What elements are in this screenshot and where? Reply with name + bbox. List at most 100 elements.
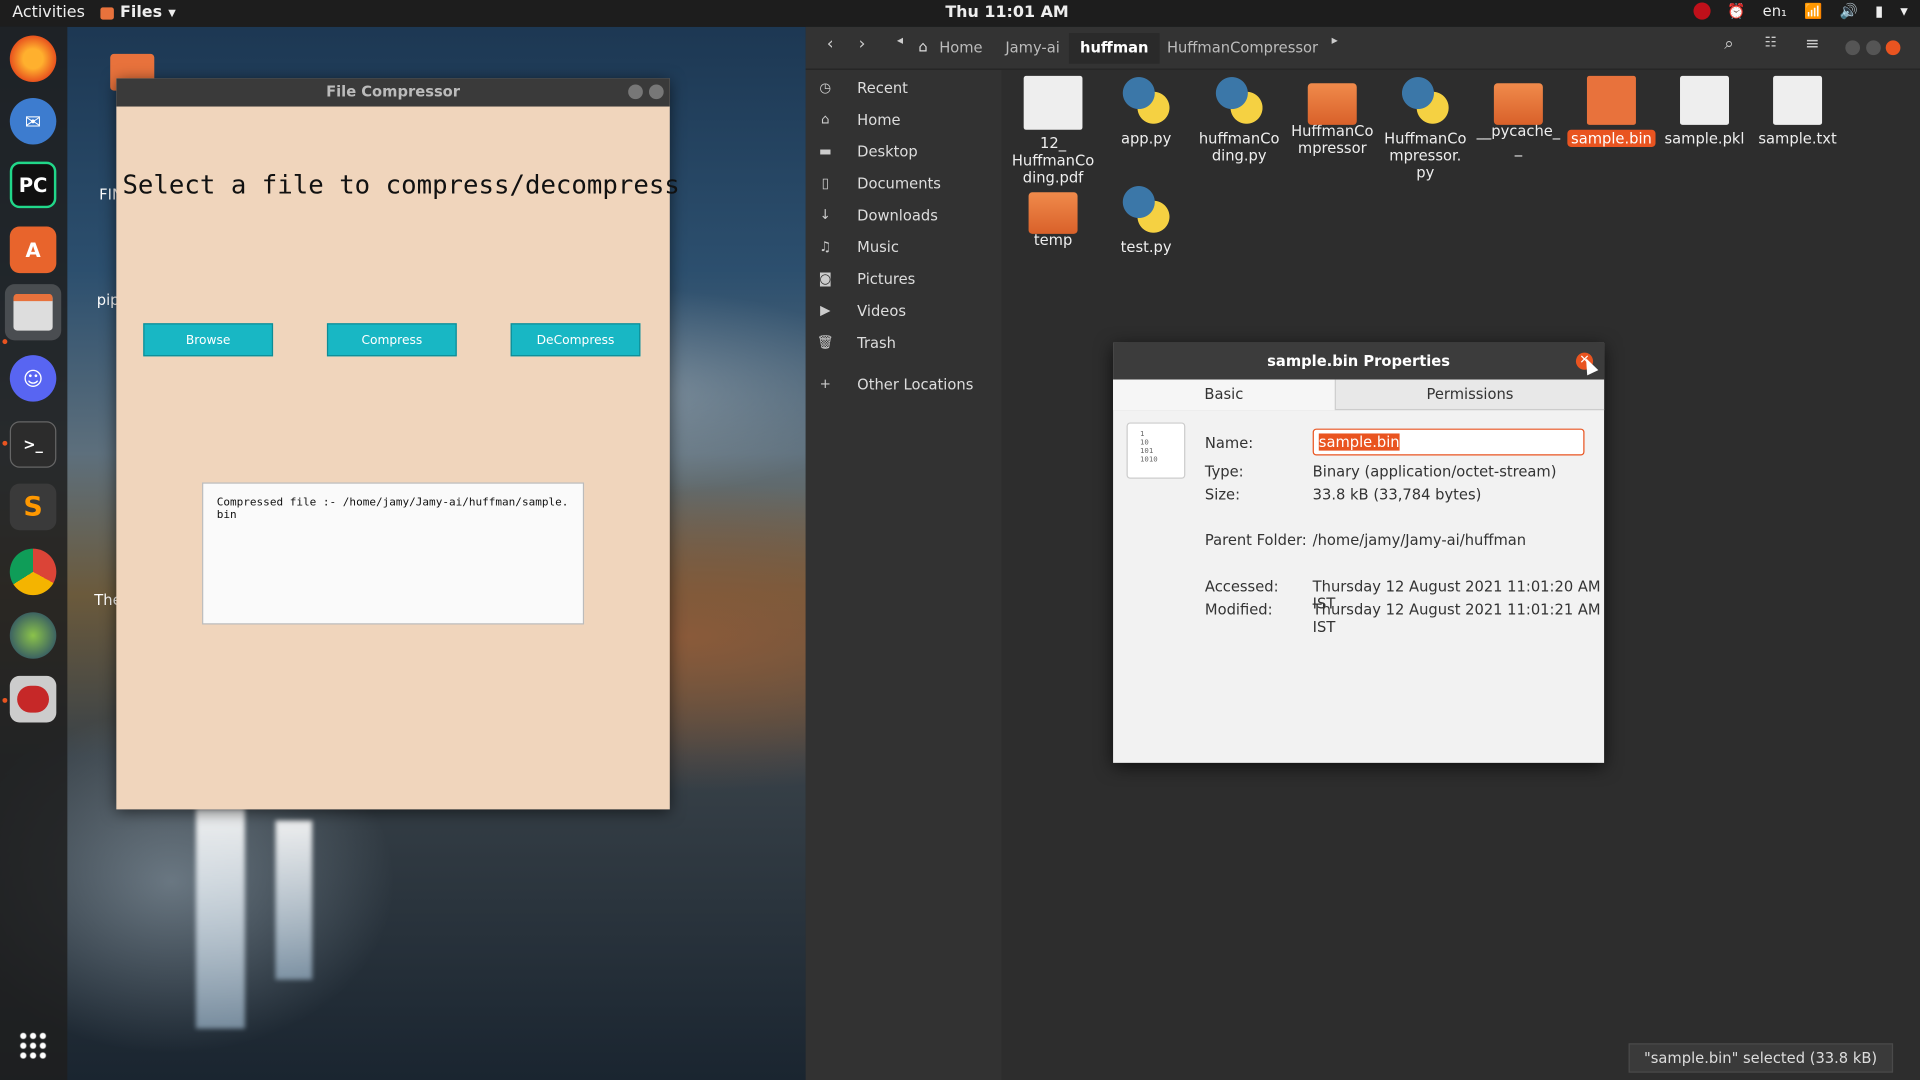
plus-icon: + bbox=[819, 375, 831, 392]
firefox-icon[interactable] bbox=[9, 35, 57, 83]
decompress-button[interactable]: DeCompress bbox=[510, 323, 641, 357]
chrome-icon[interactable] bbox=[9, 548, 57, 596]
music-icon: ♫ bbox=[819, 238, 832, 255]
tab-permissions[interactable]: Permissions bbox=[1336, 380, 1604, 411]
sidebar-item-trash[interactable]: 🗑 Trash bbox=[806, 327, 1002, 359]
folder-icon bbox=[1028, 192, 1078, 234]
sidebar-item-music[interactable]: ♫ Music bbox=[806, 231, 1002, 263]
name-field[interactable]: sample.bin bbox=[1312, 428, 1585, 456]
terminal-icon[interactable]: >_ bbox=[9, 421, 57, 468]
app-menu[interactable]: Files ▼ bbox=[100, 3, 176, 23]
python-file-icon bbox=[1121, 184, 1171, 234]
file-item[interactable]: 12_ HuffmanCo ding.pdf bbox=[1008, 75, 1099, 186]
parent-folder-value[interactable]: /home/jamy/Jamy-ai/huffman bbox=[1313, 531, 1526, 548]
software-center-icon[interactable]: A bbox=[9, 226, 57, 274]
breadcrumb-huffmancompressor[interactable]: HuffmanCompressor bbox=[1156, 33, 1329, 64]
show-applications-icon[interactable] bbox=[18, 1031, 48, 1061]
battery-icon[interactable]: ▮ bbox=[1875, 2, 1883, 19]
breadcrumb-huffman[interactable]: huffman bbox=[1068, 33, 1160, 64]
record-indicator-icon[interactable] bbox=[1692, 2, 1711, 20]
compress-button[interactable]: Compress bbox=[326, 323, 457, 357]
pycharm-icon[interactable]: PC bbox=[9, 161, 57, 209]
accessed-label: Accessed: bbox=[1204, 577, 1279, 596]
home-icon: ⌂ bbox=[821, 111, 830, 128]
sidebar-item-documents[interactable]: ▯ Documents bbox=[806, 168, 1002, 200]
file-item[interactable]: test.py bbox=[1101, 184, 1192, 256]
search-icon[interactable]: ⌕ bbox=[1716, 34, 1743, 54]
wifi-icon[interactable]: 📶 bbox=[1804, 2, 1822, 19]
name-field-value: sample.bin bbox=[1318, 433, 1400, 451]
properties-dialog: sample.bin Properties ✕ Basic Permission… bbox=[1113, 342, 1605, 763]
path-right-arrow-icon[interactable]: ▸ bbox=[1321, 34, 1348, 47]
forward-button[interactable]: › bbox=[849, 34, 876, 54]
activities-button[interactable]: Activities bbox=[12, 4, 85, 22]
folder-item[interactable]: __pycache_ _ bbox=[1473, 76, 1564, 157]
file-item[interactable]: sample.txt bbox=[1752, 75, 1843, 147]
running-indicator bbox=[2, 339, 8, 345]
sidebar-item-home[interactable]: ⌂ Home bbox=[806, 104, 1002, 136]
folder-item[interactable]: temp bbox=[1008, 185, 1099, 249]
download-icon: ↓ bbox=[819, 206, 831, 223]
thunderbird-icon[interactable]: ✉ bbox=[9, 97, 57, 145]
system-tray[interactable]: ⏰ en₁ 📶 🔊 ▮ ▼ bbox=[1692, 2, 1908, 20]
globe-app-icon[interactable] bbox=[9, 612, 57, 659]
modified-label: Modified: bbox=[1204, 601, 1273, 619]
file-item[interactable]: app.py bbox=[1101, 75, 1192, 147]
alarm-clock-icon[interactable]: ⏰ bbox=[1727, 2, 1745, 19]
sidebar-item-downloads[interactable]: ↓ Downloads bbox=[806, 200, 1002, 232]
dialog-titlebar[interactable]: sample.bin Properties ✕ bbox=[1113, 342, 1605, 380]
dock: ✉ PC A ☺ >_ S bbox=[0, 26, 68, 1080]
sidebar-item-recent[interactable]: ◷ Recent bbox=[806, 72, 1002, 104]
size-label: Size: bbox=[1204, 486, 1241, 504]
folder-icon: ▬ bbox=[818, 143, 832, 160]
breadcrumb-jamy-ai[interactable]: Jamy-ai bbox=[994, 33, 1071, 64]
maximize-button[interactable] bbox=[1866, 40, 1881, 56]
type-label: Type: bbox=[1204, 462, 1244, 481]
file-compressor-window: File Compressor Select a file to compres… bbox=[116, 78, 680, 810]
files-dock-icon[interactable] bbox=[4, 284, 62, 341]
path-left-arrow-icon[interactable]: ◂ bbox=[887, 34, 914, 47]
browse-button[interactable]: Browse bbox=[143, 323, 274, 357]
close-button[interactable] bbox=[648, 84, 664, 100]
folder-item[interactable]: HuffmanCo mpressor bbox=[1287, 76, 1378, 157]
menu-icon[interactable]: ≡ bbox=[1799, 34, 1826, 54]
sidebar-item-pictures[interactable]: ◙ Pictures bbox=[806, 263, 1002, 295]
volume-icon[interactable]: 🔊 bbox=[1840, 2, 1858, 19]
text-file-icon bbox=[1773, 75, 1823, 125]
back-button[interactable]: ‹ bbox=[817, 34, 844, 54]
python-app-icon[interactable] bbox=[9, 675, 57, 723]
wallpaper-waterfall bbox=[195, 808, 245, 1029]
close-button[interactable] bbox=[1885, 40, 1901, 56]
size-value: 33.8 kB (33,784 bytes) bbox=[1312, 486, 1482, 504]
breadcrumb-home[interactable]: Home bbox=[928, 33, 993, 64]
sidebar-item-desktop[interactable]: ▬ Desktop bbox=[806, 136, 1002, 168]
tab-basic[interactable]: Basic bbox=[1113, 379, 1336, 411]
wallpaper-waterfall bbox=[275, 820, 313, 980]
file-item-selected[interactable]: sample.bin bbox=[1566, 75, 1657, 147]
output-text-area[interactable]: Compressed file :- /home/jamy/Jamy-ai/hu… bbox=[202, 482, 585, 625]
pdf-file-icon bbox=[1023, 75, 1083, 130]
sublime-text-icon[interactable]: S bbox=[9, 483, 57, 531]
binary-file-icon bbox=[1680, 75, 1729, 125]
type-value: Binary (application/octet-stream) bbox=[1312, 462, 1557, 481]
document-icon: ▯ bbox=[821, 175, 830, 192]
trash-icon: 🗑 bbox=[816, 334, 834, 351]
clock[interactable]: Thu 11:01 AM bbox=[945, 4, 1068, 22]
keyboard-language[interactable]: en₁ bbox=[1763, 2, 1787, 19]
minimize-button[interactable] bbox=[628, 84, 643, 100]
running-indicator bbox=[2, 697, 8, 703]
file-item[interactable]: huffmanCo ding.py bbox=[1194, 75, 1285, 164]
app-menu-label: Files bbox=[120, 3, 163, 23]
sidebar-item-videos[interactable]: ▶ Videos bbox=[806, 295, 1002, 327]
view-options-icon[interactable]: ☷ bbox=[1757, 34, 1784, 50]
window-titlebar[interactable]: File Compressor bbox=[116, 78, 670, 107]
minimize-button[interactable] bbox=[1845, 40, 1861, 56]
chevron-down-icon[interactable]: ▼ bbox=[1900, 6, 1908, 17]
files-app-icon bbox=[100, 6, 114, 19]
binary-file-icon: 1 10 101 1010 bbox=[1126, 422, 1186, 479]
discord-icon[interactable]: ☺ bbox=[9, 355, 57, 402]
parent-folder-label: Parent Folder: bbox=[1204, 531, 1307, 549]
file-item[interactable]: sample.pkl bbox=[1659, 75, 1750, 147]
file-item[interactable]: HuffmanCo mpressor. py bbox=[1380, 75, 1471, 181]
sidebar-item-other-locations[interactable]: + Other Locations bbox=[806, 369, 1002, 401]
